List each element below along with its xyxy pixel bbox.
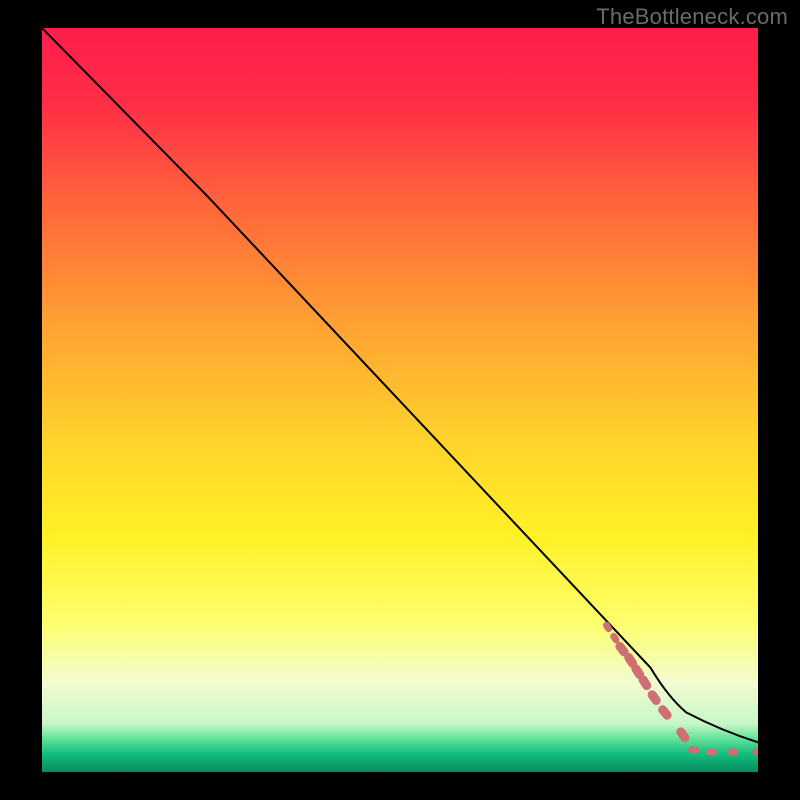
- watermark-text: TheBottleneck.com: [596, 4, 788, 30]
- data-dot: [727, 748, 738, 755]
- data-dot: [706, 748, 717, 755]
- chart-canvas: [0, 0, 800, 800]
